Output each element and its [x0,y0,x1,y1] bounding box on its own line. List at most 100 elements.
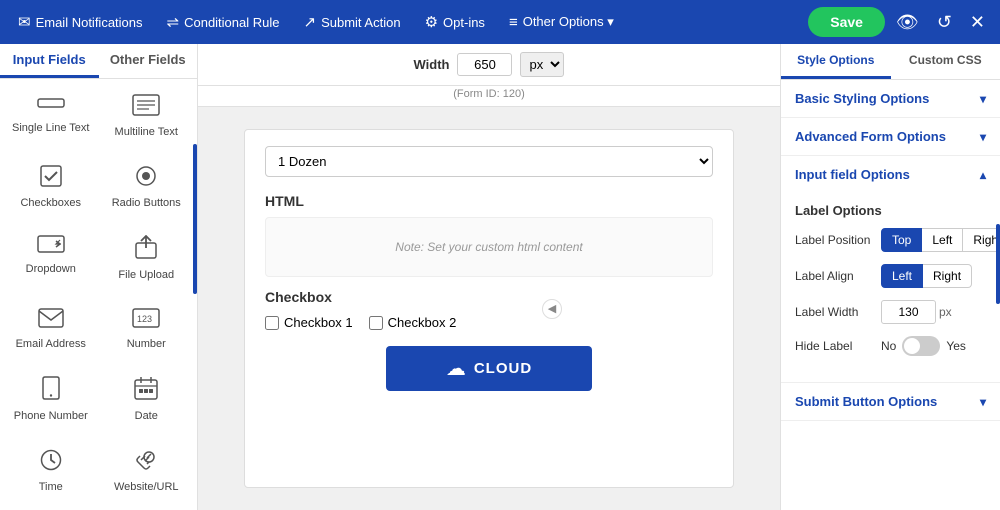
website-url-icon [135,449,157,477]
phone-number-icon [42,376,60,406]
sidebar-item-radio-buttons[interactable]: Radio Buttons [100,154,194,223]
nav-email-notifications[interactable]: ✉ Email Notifications [8,7,153,37]
checkbox-item-1[interactable]: Checkbox 1 [265,315,353,330]
sidebar-item-phone-number[interactable]: Phone Number [4,365,98,436]
advanced-form-label: Advanced Form Options [795,129,946,144]
sidebar-scroll-indicator [193,144,197,294]
label-align-left[interactable]: Left [881,264,923,288]
main-layout: Input Fields Other Fields Single Line Te… [0,44,1000,510]
sidebar-item-time[interactable]: Time [4,438,98,507]
form-html-section: HTML Note: Set your custom html content [265,193,713,277]
refresh-button[interactable]: ↺ [930,7,959,38]
panel-section-input-field-options: Input field Options ▴ Label Options Labe… [781,156,1000,383]
label-width-unit: px [939,305,952,319]
sidebar-item-date[interactable]: Date [100,365,194,436]
panel-section-submit-button: Submit Button Options ▾ [781,383,1000,421]
canvas-content: 1 Dozen HTML Note: Set your custom html … [244,129,734,488]
tab-style-options[interactable]: Style Options [781,44,891,79]
sidebar-item-email-address[interactable]: Email Address [4,297,98,364]
tab-custom-css[interactable]: Custom CSS [891,44,1000,79]
hide-label-toggle-row: No Yes [881,336,966,356]
hide-label-no: No [881,339,896,353]
email-icon: ✉ [18,13,31,31]
hide-label-toggle[interactable] [902,336,940,356]
width-input[interactable] [457,53,512,76]
submit-icon: ↗ [304,13,317,31]
checkbox-2-label: Checkbox 2 [388,315,457,330]
sidebar-items: Single Line Text Multiline Text Checkbox… [0,79,197,510]
label-position-row: Label Position Top Left Right [795,228,986,252]
input-field-options-chevron: ▴ [980,168,986,182]
checkboxes-label: Checkboxes [20,197,81,209]
phone-number-label: Phone Number [14,410,88,422]
time-icon [40,449,62,477]
single-line-text-icon [37,94,65,118]
nav-other-options[interactable]: ≡ Other Options ▾ [499,8,624,37]
label-position-top[interactable]: Top [881,228,922,252]
checkbox-1-input[interactable] [265,316,279,330]
label-width-input-group: px [881,300,952,324]
right-panel: Style Options Custom CSS Basic Styling O… [780,44,1000,510]
sidebar-item-multiline-text[interactable]: Multiline Text [100,83,194,152]
basic-styling-header[interactable]: Basic Styling Options ▾ [781,80,1000,117]
label-position-right[interactable]: Right [963,228,1000,252]
collapse-button[interactable]: ◀ [542,299,562,319]
panel-section-basic-styling: Basic Styling Options ▾ [781,80,1000,118]
label-width-row: Label Width px [795,300,986,324]
sidebar-tab-input-fields[interactable]: Input Fields [0,44,99,78]
number-label: Number [127,338,166,350]
close-button[interactable]: ✕ [963,7,992,38]
email-address-label: Email Address [16,338,86,350]
dropdown-select[interactable]: 1 Dozen [265,146,713,177]
advanced-form-header[interactable]: Advanced Form Options ▾ [781,118,1000,155]
submit-button-chevron: ▾ [980,395,986,409]
sidebar-item-checkboxes[interactable]: Checkboxes [4,154,98,223]
center-area: Width px % (Form ID: 120) 1 Dozen [198,44,780,510]
label-position-left[interactable]: Left [922,228,963,252]
preview-button[interactable]: 👁 [889,7,926,38]
dropdown-icon [37,235,65,259]
date-label: Date [135,410,158,422]
basic-styling-chevron: ▾ [980,92,986,106]
date-icon [134,376,158,406]
radio-buttons-icon [135,165,157,193]
checkbox-item-2[interactable]: Checkbox 2 [369,315,457,330]
form-submit-area: ☁ CLOUD [265,346,713,391]
submit-button-label: Submit Button Options [795,394,937,409]
html-note: Note: Set your custom html content [278,230,700,264]
basic-styling-label: Basic Styling Options [795,91,929,106]
label-align-label: Label Align [795,269,875,283]
checkbox-2-input[interactable] [369,316,383,330]
label-align-right[interactable]: Right [923,264,972,288]
submit-btn-label: CLOUD [474,360,532,377]
label-width-input[interactable] [881,300,936,324]
form-checkbox-section: Checkbox Checkbox 1 Checkbox 2 [265,289,713,330]
hide-label-yes: Yes [946,339,966,353]
save-button[interactable]: Save [808,7,885,37]
sidebar-item-file-upload[interactable]: File Upload [100,224,194,295]
width-unit-select[interactable]: px % [520,52,564,77]
conditional-icon: ⇌ [167,13,180,31]
sidebar-item-dropdown[interactable]: Dropdown [4,224,98,295]
email-address-icon [38,308,64,334]
form-submit-button[interactable]: ☁ CLOUD [386,346,592,391]
sidebar-item-number[interactable]: 123 Number [100,297,194,364]
label-position-label: Label Position [795,233,875,247]
hide-label-row: Hide Label No Yes [795,336,986,356]
checkbox-1-label: Checkbox 1 [284,315,353,330]
sidebar-tabs: Input Fields Other Fields [0,44,197,79]
sidebar-item-website-url[interactable]: Website/URL [100,438,194,507]
nav-conditional-rule[interactable]: ⇌ Conditional Rule [157,7,290,37]
input-field-options-header[interactable]: Input field Options ▴ [781,156,1000,193]
html-section-title: HTML [265,193,713,209]
file-upload-label: File Upload [118,269,174,281]
hide-label-label: Hide Label [795,339,875,353]
other-options-icon: ≡ [509,14,518,31]
sidebar-item-single-line-text[interactable]: Single Line Text [4,83,98,152]
multiline-text-label: Multiline Text [115,126,178,138]
label-align-group: Left Right [881,264,972,288]
submit-button-header[interactable]: Submit Button Options ▾ [781,383,1000,420]
sidebar-tab-other-fields[interactable]: Other Fields [99,44,198,78]
nav-submit-action[interactable]: ↗ Submit Action [294,7,411,37]
nav-opt-ins[interactable]: ⚙ Opt-ins [415,7,495,37]
